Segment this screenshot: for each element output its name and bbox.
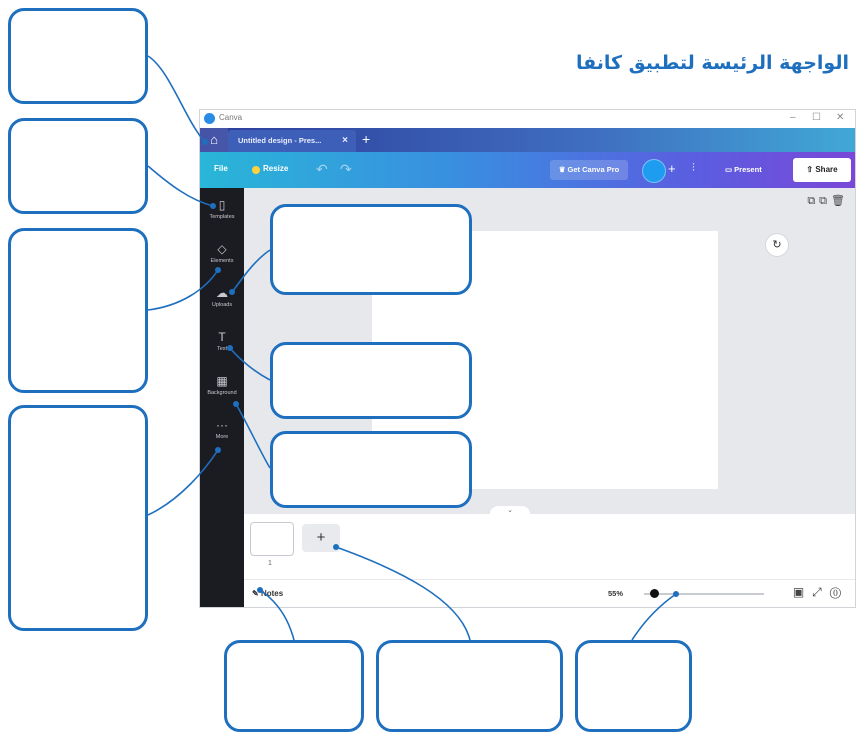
connector-templates xyxy=(147,165,214,207)
connector-dot xyxy=(229,289,235,295)
connector-elements xyxy=(147,269,219,311)
connector-dot xyxy=(233,401,239,407)
connector-dot xyxy=(257,587,263,593)
connector-notes xyxy=(259,589,295,641)
callout-connectors xyxy=(147,55,679,641)
connector-dot xyxy=(673,591,679,597)
connector-dot xyxy=(210,203,216,209)
connector-dot xyxy=(215,447,221,453)
connector-dot xyxy=(333,544,339,550)
connector-home xyxy=(147,55,206,143)
connector-more xyxy=(147,449,219,516)
connector-dot xyxy=(227,345,233,351)
connector-text xyxy=(229,347,271,381)
connector-add-page xyxy=(335,546,471,641)
connector-zoom xyxy=(631,593,677,641)
connector-dot xyxy=(202,139,208,145)
connector-background xyxy=(235,403,271,469)
connector-uploads xyxy=(231,249,271,293)
connector-dot xyxy=(215,267,221,273)
